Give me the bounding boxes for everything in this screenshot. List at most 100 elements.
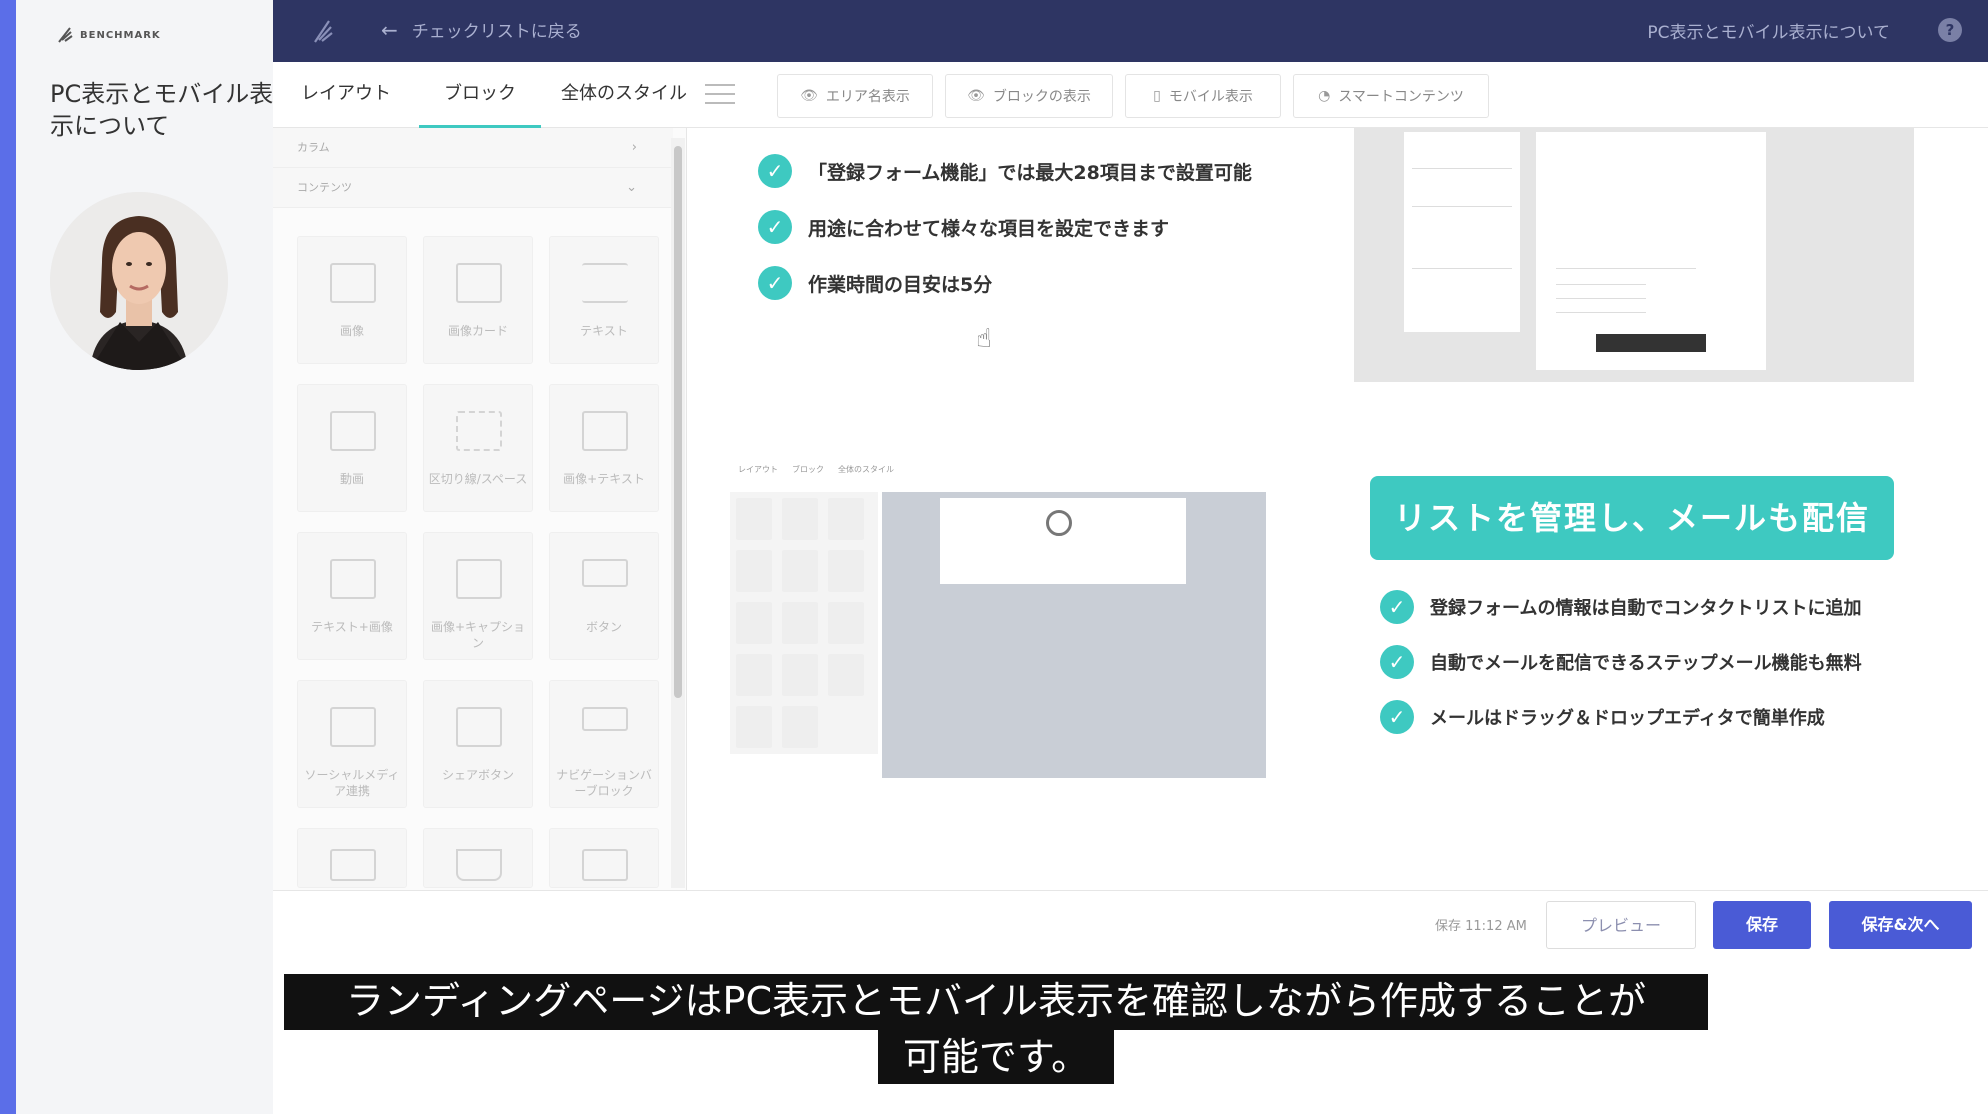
eye-icon: 👁 [800,88,818,104]
checklist-text: メールはドラッグ＆ドロップエディタで簡単作成 [1430,708,1825,729]
check-circle-icon: ✓ [1380,700,1414,734]
block-tile-cart[interactable] [423,828,533,888]
image-icon [330,263,376,303]
block-tile-label: ソーシャルメディア連携 [304,768,400,798]
section-columns-label: カラム [297,141,330,154]
editor-tab-bar: レイアウト ブロック 全体のスタイル 👁 エリア名表示 👁 ブロックの表示 ▯ … [273,62,1988,128]
block-tile-video[interactable]: 動画 [297,384,407,512]
mini-tab: ブロック [792,465,824,474]
share-icon [456,707,502,747]
hamburger-menu-icon[interactable] [705,84,735,106]
toggle-label: スマートコンテンツ [1338,89,1464,105]
block-tile-button[interactable]: ボタン [549,532,659,660]
cta-banner: リストを管理し、メールも配信 [1370,476,1894,560]
section-columns[interactable]: カラム › [273,128,673,168]
top-bar: ← チェックリストに戻る PC表示とモバイル表示について ? [273,0,1988,62]
block-tile-label: 区切り線/スペース [428,472,528,486]
screen: BENCHMARK PC表示とモバイル表示について ← チェックリストに戻る P… [0,0,1988,1114]
image-card-icon [456,263,502,303]
save-and-next-button[interactable]: 保存&次へ [1829,901,1972,949]
caption-line-2: 可能です。 [878,1030,1114,1084]
check-circle-icon: ✓ [758,266,792,300]
mini-card [940,498,1186,584]
caption-line-1: ランディングページはPC表示とモバイル表示を確認しながら作成することが [284,974,1708,1030]
feather-app-icon[interactable] [311,18,335,44]
toggle-label: モバイル表示 [1168,89,1253,105]
toggle-block-display-button[interactable]: 👁 ブロックの表示 [945,74,1113,118]
block-tile-image-card[interactable]: 画像カード [423,236,533,364]
block-tile-social[interactable]: ソーシャルメディア連携 [297,680,407,808]
block-tile-label: テキスト [580,324,628,338]
smart-content-icon: ◔ [1318,88,1331,104]
checklist-text: 作業時間の目安は5分 [808,273,993,296]
chevron-down-icon: ⌄ [626,180,637,195]
block-tile-label: 画像カード [447,324,508,338]
checklist-item: ✓ メールはドラッグ＆ドロップエディタで簡単作成 [1380,700,1825,734]
block-tile-text-image[interactable]: テキスト+画像 [297,532,407,660]
page-name: PC表示とモバイル表示について [1647,23,1890,43]
toggle-mobile-view-button[interactable]: ▯ モバイル表示 [1125,74,1281,118]
checklist-item: ✓ 「登録フォーム機能」では最大28項目まで設置可能 [758,154,1252,188]
preview-button[interactable]: プレビュー [1546,901,1696,949]
toggle-area-names-button[interactable]: 👁 エリア名表示 [777,74,933,118]
arrow-left-icon: ← [381,17,398,42]
save-button[interactable]: 保存 [1713,901,1811,949]
text-lines-icon [582,263,628,303]
block-panel-scroll-thumb[interactable] [674,146,682,698]
checklist-item: ✓ 自動でメールを配信できるステップメール機能も無料 [1380,645,1862,679]
divider-icon [456,411,502,451]
cart-icon [456,849,502,881]
save-timestamp: 保存 11:12 AM [1435,919,1527,934]
block-tile-image[interactable]: 画像 [297,236,407,364]
block-panel: カラム › コンテンツ ⌄ 画像 画像カード テキスト 動画 区切り線/スペース [273,128,687,890]
chevron-right-icon: › [631,140,637,155]
form-preview-card [1404,132,1520,332]
mini-canvas [882,492,1266,778]
form-preview-card [1536,132,1766,370]
block-tile-navbar[interactable]: ナビゲーションバーブロック [549,680,659,808]
block-tile-shopify[interactable] [549,828,659,888]
block-tile-label: シェアボタン [441,768,514,782]
tab-global-style[interactable]: 全体のスタイル [557,62,691,128]
mobile-icon: ▯ [1153,88,1161,104]
block-tile-share[interactable]: シェアボタン [423,680,533,808]
check-circle-icon: ✓ [1380,590,1414,624]
mini-tab: 全体のスタイル [838,465,894,474]
toggle-smart-content-button[interactable]: ◔ スマートコンテンツ [1293,74,1489,118]
block-tile-label: 動画 [339,472,364,486]
tab-blocks[interactable]: ブロック [419,62,541,128]
check-circle-icon: ✓ [758,210,792,244]
text-image-icon [330,559,376,599]
brand-name: BENCHMARK [80,29,161,41]
checklist-item: ✓ 用途に合わせて様々な項目を設定できます [758,210,1169,244]
block-tile-form[interactable] [297,828,407,888]
block-tile-label: 画像+テキスト [563,472,645,486]
form-icon [330,849,376,881]
tab-layout[interactable]: レイアウト [291,62,401,128]
section-contents[interactable]: コンテンツ ⌄ [273,168,673,208]
mini-tabs: レイアウト ブロック 全体のスタイル [738,464,894,475]
social-icon [330,707,376,747]
back-label: チェックリストに戻る [411,22,582,42]
help-icon[interactable]: ? [1938,18,1962,42]
block-tile-label: 画像 [339,324,364,338]
toggle-label: エリア名表示 [825,89,910,105]
presenter-panel: BENCHMARK PC表示とモバイル表示について [16,0,273,1114]
navbar-icon [582,707,628,731]
checklist-item: ✓ 登録フォームの情報は自動でコンタクトリストに追加 [1380,590,1861,624]
block-tile-label: ボタン [585,620,622,634]
block-tile-image-text[interactable]: 画像+テキスト [549,384,659,512]
block-tile-text[interactable]: テキスト [549,236,659,364]
presenter-title: PC表示とモバイル表示について [50,80,274,140]
back-to-checklist-link[interactable]: ← チェックリストに戻る [381,17,582,43]
button-icon [582,559,628,587]
block-tile-divider[interactable]: 区切り線/スペース [423,384,533,512]
hand-cursor-icon: ☝ [976,324,992,354]
play-icon [330,411,376,451]
check-circle-icon: ✓ [758,154,792,188]
shopping-bag-icon [582,849,628,881]
block-tile-image-caption[interactable]: 画像+キャプション [423,532,533,660]
block-tile-label: テキスト+画像 [311,620,393,634]
checklist-text: 登録フォームの情報は自動でコンタクトリストに追加 [1430,598,1862,619]
checklist-text: 用途に合わせて様々な項目を設定できます [808,217,1170,240]
